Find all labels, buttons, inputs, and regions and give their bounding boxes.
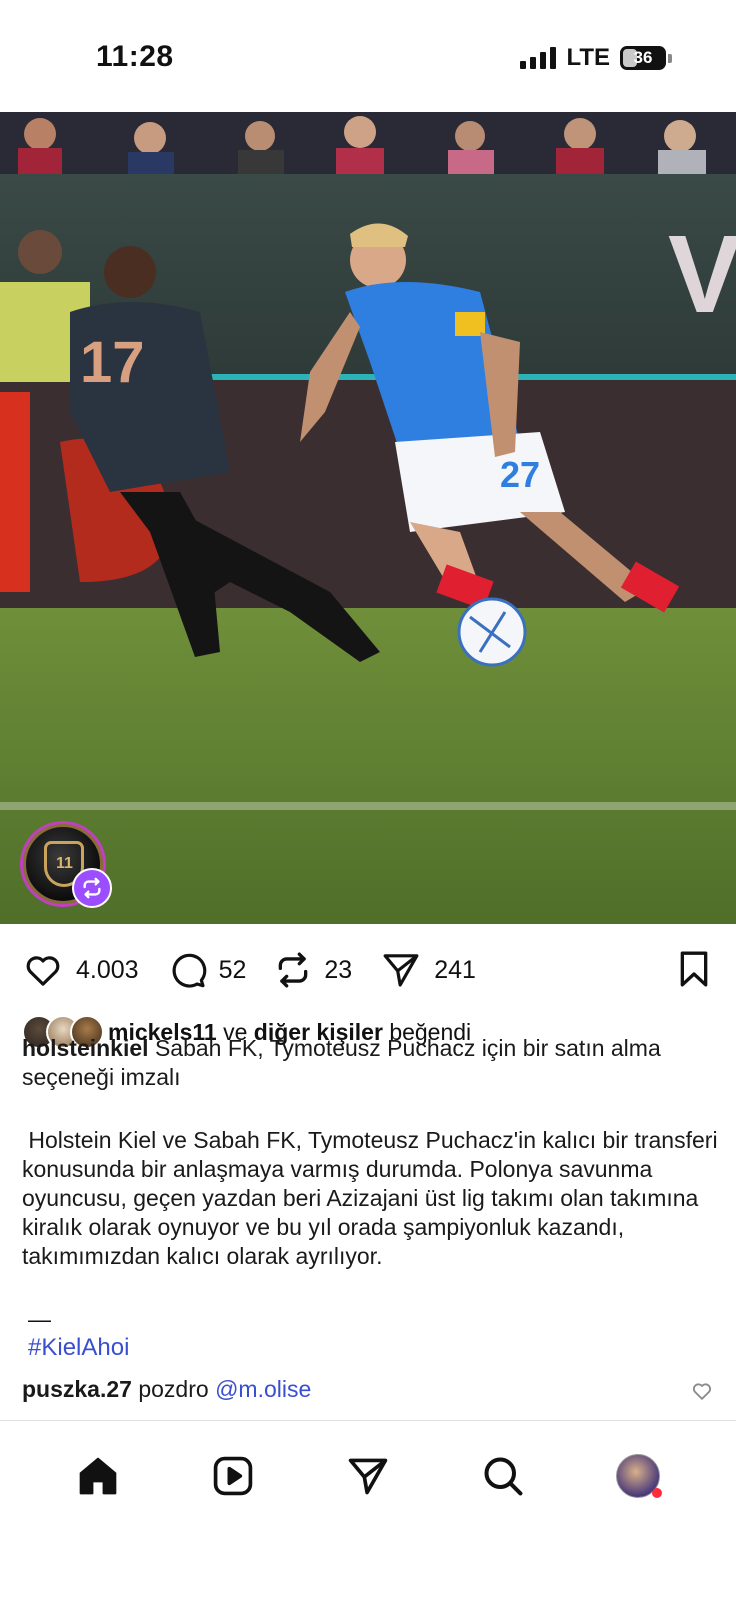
- bottom-nav: [0, 1421, 736, 1531]
- nav-profile[interactable]: [608, 1446, 668, 1506]
- save-button[interactable]: [674, 948, 714, 995]
- crest-number: 11: [56, 855, 73, 872]
- battery-icon: 36: [620, 46, 666, 70]
- svg-text:17: 17: [80, 330, 145, 395]
- repost-count: 23: [324, 955, 353, 984]
- nav-search[interactable]: [473, 1446, 533, 1506]
- notification-dot: [652, 1488, 663, 1498]
- post-caption: holsteinkiel Sabah FK, Tymoteusz Puchacz…: [22, 1034, 714, 1092]
- battery-level: 36: [633, 48, 653, 67]
- heart-icon: [692, 1383, 712, 1400]
- share-button[interactable]: 241: [380, 950, 476, 990]
- battery-tip: [668, 53, 672, 63]
- caption-author[interactable]: holsteinkiel: [22, 1035, 149, 1061]
- caption-body-text: Holstein Kiel ve Sabah FK, Tymoteusz Puc…: [22, 1127, 718, 1269]
- comment-count: 52: [218, 955, 247, 984]
- nav-messages[interactable]: [338, 1446, 398, 1506]
- network-type: LTE: [566, 44, 610, 71]
- comment-username[interactable]: puszka.27: [22, 1376, 132, 1402]
- like-count: 4.003: [76, 955, 139, 984]
- status-bar: 11:28 LTE 36: [0, 0, 736, 112]
- status-indicators: LTE 36: [520, 44, 672, 72]
- caption-body: Holstein Kiel ve Sabah FK, Tymoteusz Puc…: [22, 1126, 722, 1271]
- search-icon: [484, 1457, 523, 1496]
- comment-icon: [172, 953, 206, 988]
- repost-button[interactable]: 23: [274, 950, 352, 990]
- share-count: 241: [434, 955, 476, 984]
- post-actions: 4.003 52 23 241: [22, 948, 714, 992]
- nav-reels[interactable]: [203, 1446, 263, 1506]
- signal-icon: [520, 47, 557, 69]
- comment-mention[interactable]: @m.olise: [215, 1376, 311, 1402]
- nav-home[interactable]: [68, 1446, 128, 1506]
- heart-icon: [26, 956, 60, 986]
- comment-text: pozdro: [138, 1376, 209, 1402]
- send-icon: [383, 954, 419, 987]
- svg-text:V: V: [668, 213, 736, 336]
- repost-icon: [279, 952, 308, 988]
- bookmark-icon: [680, 951, 708, 987]
- caption-dash: —: [28, 1306, 51, 1332]
- post-image[interactable]: V 17 27: [0, 112, 736, 924]
- status-time: 11:28: [96, 40, 174, 73]
- like-button[interactable]: 4.003: [22, 950, 139, 990]
- send-icon: [348, 1458, 388, 1495]
- svg-text:27: 27: [500, 454, 540, 495]
- repost-icon: [72, 868, 112, 908]
- hashtag-link[interactable]: #KielAhoi: [28, 1334, 129, 1362]
- reels-icon: [213, 1456, 253, 1496]
- comment-button[interactable]: 52: [167, 950, 247, 990]
- football-photo: V 17 27: [0, 112, 736, 924]
- top-comment[interactable]: puszka.27 pozdro @m.olise: [22, 1376, 714, 1403]
- home-icon: [79, 1457, 116, 1495]
- comment-like-button[interactable]: [690, 1380, 714, 1407]
